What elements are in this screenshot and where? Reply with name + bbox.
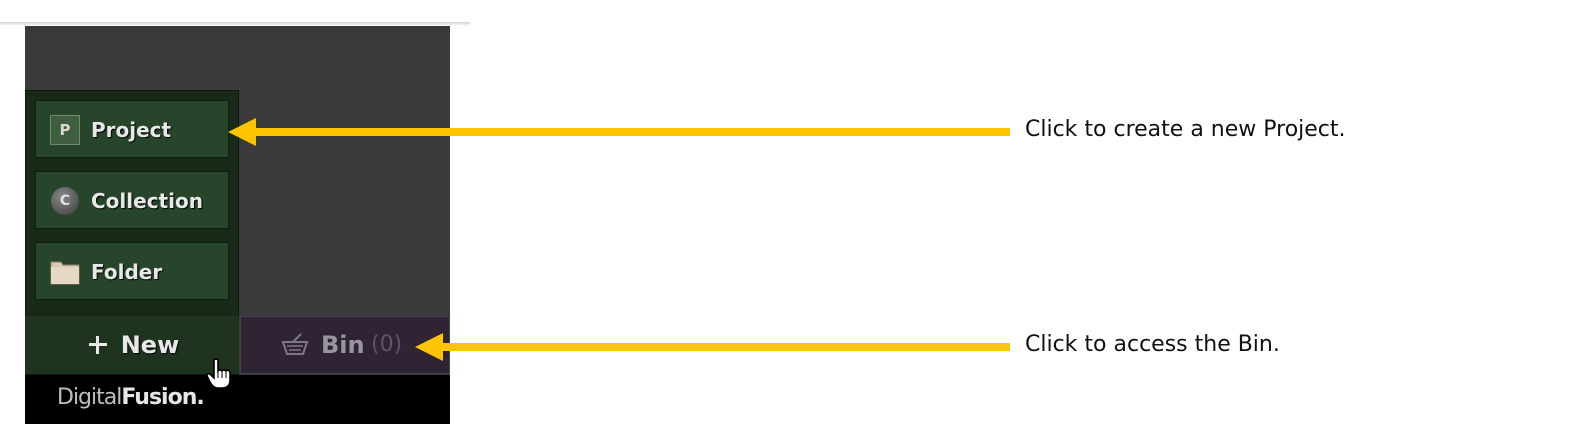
menu-item-collection[interactable]: C Collection: [35, 171, 229, 229]
project-icon: P: [50, 115, 80, 145]
menu-item-label: Collection: [91, 189, 203, 213]
bin-arrow-icon: [415, 333, 1010, 361]
menu-item-label: Folder: [91, 260, 163, 284]
digitalfusion-logo: DigitalFusion.: [57, 385, 205, 410]
bin-count: (0): [371, 332, 403, 357]
hand-cursor-icon: [206, 358, 231, 389]
project-arrow-icon: [228, 118, 1010, 146]
collection-icon: C: [50, 186, 80, 216]
menu-item-label: Project: [91, 118, 172, 142]
bin-button-label: Bin: [321, 331, 365, 359]
menu-item-folder[interactable]: Folder: [35, 242, 229, 300]
basket-icon: [281, 333, 309, 355]
folder-icon: [50, 257, 80, 287]
menu-item-project[interactable]: P Project: [35, 100, 229, 158]
callout-project: Click to create a new Project.: [1025, 117, 1346, 142]
footer-bar: DigitalFusion.: [25, 375, 450, 424]
callout-bin: Click to access the Bin.: [1025, 332, 1280, 357]
